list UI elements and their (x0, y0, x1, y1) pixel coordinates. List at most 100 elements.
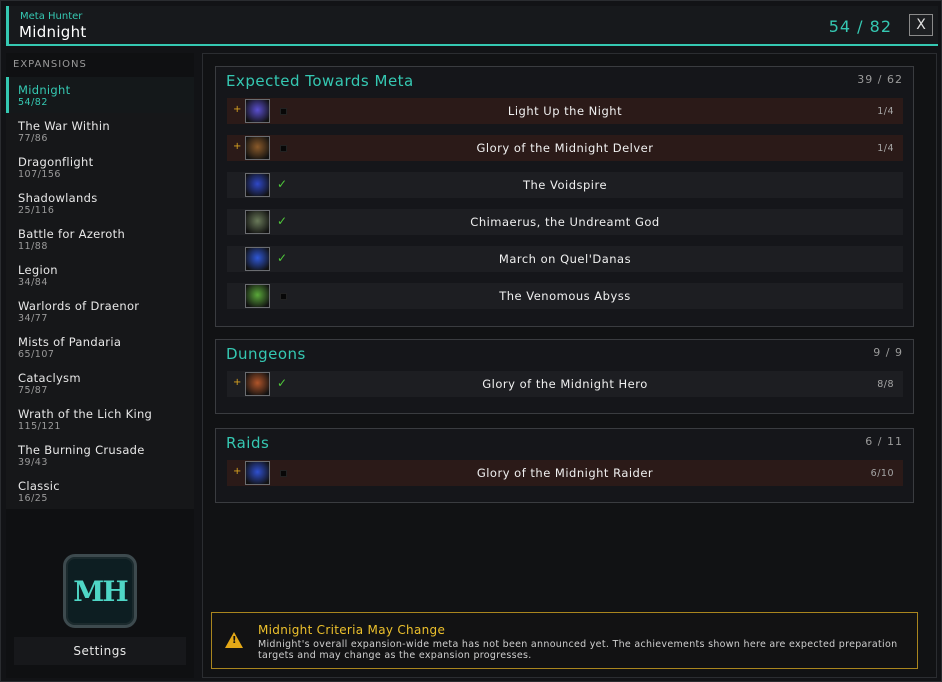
creature-icon (245, 210, 270, 234)
addon-name: Meta Hunter (20, 11, 83, 22)
sidebar-item-dragonflight[interactable]: Dragonflight 107/156 (6, 149, 194, 185)
sidebar-item-progress: 75/87 (18, 385, 48, 396)
sidebar-item-classic[interactable]: Classic 16/25 (6, 473, 194, 509)
achievement-name: Light Up the Night (507, 104, 623, 118)
lantern-icon (245, 136, 270, 160)
void-figure-icon (245, 247, 270, 271)
achievement-name: Glory of the Midnight Raider (476, 466, 654, 480)
achievement-row[interactable]: The Venomous Abyss (227, 283, 903, 309)
sidebar-item-name: Classic (18, 479, 60, 493)
achievement-name: Glory of the Midnight Delver (476, 141, 654, 155)
sidebar-item-midnight[interactable]: Midnight 54/82 (6, 77, 194, 113)
close-button[interactable]: X (909, 14, 933, 36)
criteria-warning-banner: ! Midnight Criteria May Change Midnight'… (211, 612, 918, 669)
achievement-progress: 1/4 (877, 106, 894, 117)
expand-toggle[interactable]: + (233, 141, 241, 152)
meta-hunter-window: Meta Hunter Midnight 54 / 82 X EXPANSION… (0, 0, 942, 682)
completed-check-icon: ✓ (277, 177, 288, 191)
warning-text: Midnight's overall expansion-wide meta h… (258, 639, 898, 661)
group-count: 9 / 9 (873, 346, 903, 359)
sidebar-item-progress: 77/86 (18, 133, 48, 144)
achievement-row[interactable]: ✓ March on Quel'Danas (227, 246, 903, 272)
achievement-row[interactable]: ✓ The Voidspire (227, 172, 903, 198)
sidebar-item-name: Mists of Pandaria (18, 335, 122, 349)
achievement-progress: 8/8 (877, 379, 894, 390)
settings-button[interactable]: Settings (14, 637, 186, 665)
sidebar-item-legion[interactable]: Legion 34/84 (6, 257, 194, 293)
completed-check-icon: ✓ (277, 251, 288, 265)
warning-title: Midnight Criteria May Change (258, 623, 446, 637)
sidebar-item-progress: 34/77 (18, 313, 48, 324)
sidebar-item-name: Warlords of Draenor (18, 299, 140, 313)
sidebar-item-progress: 34/84 (18, 277, 48, 288)
group-title: Expected Towards Meta (226, 72, 414, 90)
incomplete-box-icon (280, 293, 287, 300)
group-expected-towards-meta: Expected Towards Meta 39 / 62 + Light Up th… (215, 66, 914, 327)
sidebar-item-progress: 115/121 (18, 421, 61, 432)
sidebar-item-name: The Burning Crusade (18, 443, 145, 457)
group-dungeons: Dungeons 9 / 9 + ✓ Glory of the Midnight Her… (215, 339, 914, 414)
sidebar-item-battle-for-azeroth[interactable]: Battle for Azeroth 11/88 (6, 221, 194, 257)
hero-crest-icon (245, 372, 270, 396)
incomplete-box-icon (280, 470, 287, 477)
sidebar-item-progress: 16/25 (18, 493, 48, 504)
addon-logo: MH (63, 554, 137, 628)
sidebar-item-wrath-of-the-lich-king[interactable]: Wrath of the Lich King 115/121 (6, 401, 194, 437)
sidebar-item-progress: 11/88 (18, 241, 48, 252)
achievement-name: Glory of the Midnight Hero (482, 377, 648, 391)
sidebar-item-mists-of-pandaria[interactable]: Mists of Pandaria 65/107 (6, 329, 194, 365)
expand-toggle[interactable]: + (233, 104, 241, 115)
venom-icon (245, 284, 270, 308)
sidebar-item-name: Shadowlands (18, 191, 98, 205)
logo-text: MH (73, 574, 128, 608)
starburst-icon (245, 99, 270, 123)
sidebar-item-progress: 65/107 (18, 349, 55, 360)
achievement-name: The Venomous Abyss (499, 289, 631, 303)
sidebar-item-name: Battle for Azeroth (18, 227, 126, 241)
achievement-row[interactable]: + Glory of the Midnight Delver 1/4 (227, 135, 903, 161)
achievements-panel: Raids 6 / 11 + Glory of the Midnight Raider… (202, 53, 937, 678)
achievement-row[interactable]: + Glory of the Midnight Raider 6/10 (227, 460, 903, 486)
sidebar-item-shadowlands[interactable]: Shadowlands 25/116 (6, 185, 194, 221)
sidebar-item-progress: 25/116 (18, 205, 55, 216)
group-raids: Raids 6 / 11 + Glory of the Midnight Raider… (215, 428, 914, 503)
sidebar-item-name: The War Within (18, 119, 110, 133)
sidebar-item-warlords-of-draenor[interactable]: Warlords of Draenor 34/77 (6, 293, 194, 329)
achievement-row[interactable]: + ✓ Glory of the Midnight Hero 8/8 (227, 371, 903, 397)
expand-toggle[interactable]: + (233, 377, 241, 388)
sidebar-item-name: Cataclysm (18, 371, 81, 385)
sidebar-item-name: Dragonflight (18, 155, 94, 169)
group-count: 6 / 11 (865, 435, 903, 448)
completed-check-icon: ✓ (277, 214, 288, 228)
group-title: Dungeons (226, 345, 306, 363)
expansion-list: Midnight 54/82 The War Within 77/86 Dragonfl… (6, 77, 194, 509)
group-title: Raids (226, 434, 270, 452)
expansion-title: Midnight (19, 23, 87, 41)
incomplete-box-icon (280, 108, 287, 115)
achievement-row[interactable]: + Light Up the Night 1/4 (227, 98, 903, 124)
raider-icon (245, 461, 270, 485)
achievement-progress: 6/10 (870, 468, 894, 479)
completed-check-icon: ✓ (277, 376, 288, 390)
group-count: 39 / 62 (857, 73, 903, 86)
expansions-sidebar: EXPANSIONS Midnight 54/82 The War Within 77… (6, 53, 194, 678)
sidebar-item-progress: 39/43 (18, 457, 48, 468)
warning-icon-mark: ! (232, 635, 237, 646)
sidebar-item-name: Legion (18, 263, 58, 277)
sidebar-item-name: Wrath of the Lich King (18, 407, 153, 421)
incomplete-box-icon (280, 145, 287, 152)
sidebar-section-label: EXPANSIONS (13, 59, 87, 70)
sidebar-item-progress: 54/82 (18, 97, 48, 108)
sidebar-item-cataclysm[interactable]: Cataclysm 75/87 (6, 365, 194, 401)
sidebar-item-name: Midnight (18, 83, 71, 97)
achievement-row[interactable]: ✓ Chimaerus, the Undreamt God (227, 209, 903, 235)
sidebar-item-progress: 107/156 (18, 169, 61, 180)
achievement-name: March on Quel'Danas (498, 252, 632, 266)
void-figure-icon (245, 173, 270, 197)
achievement-progress: 1/4 (877, 143, 894, 154)
sidebar-item-the-war-within[interactable]: The War Within 77/86 (6, 113, 194, 149)
sidebar-item-the-burning-crusade[interactable]: The Burning Crusade 39/43 (6, 437, 194, 473)
header-progress-count: 54 / 82 (828, 17, 892, 36)
expand-toggle[interactable]: + (233, 466, 241, 477)
achievement-name: The Voidspire (522, 178, 608, 192)
